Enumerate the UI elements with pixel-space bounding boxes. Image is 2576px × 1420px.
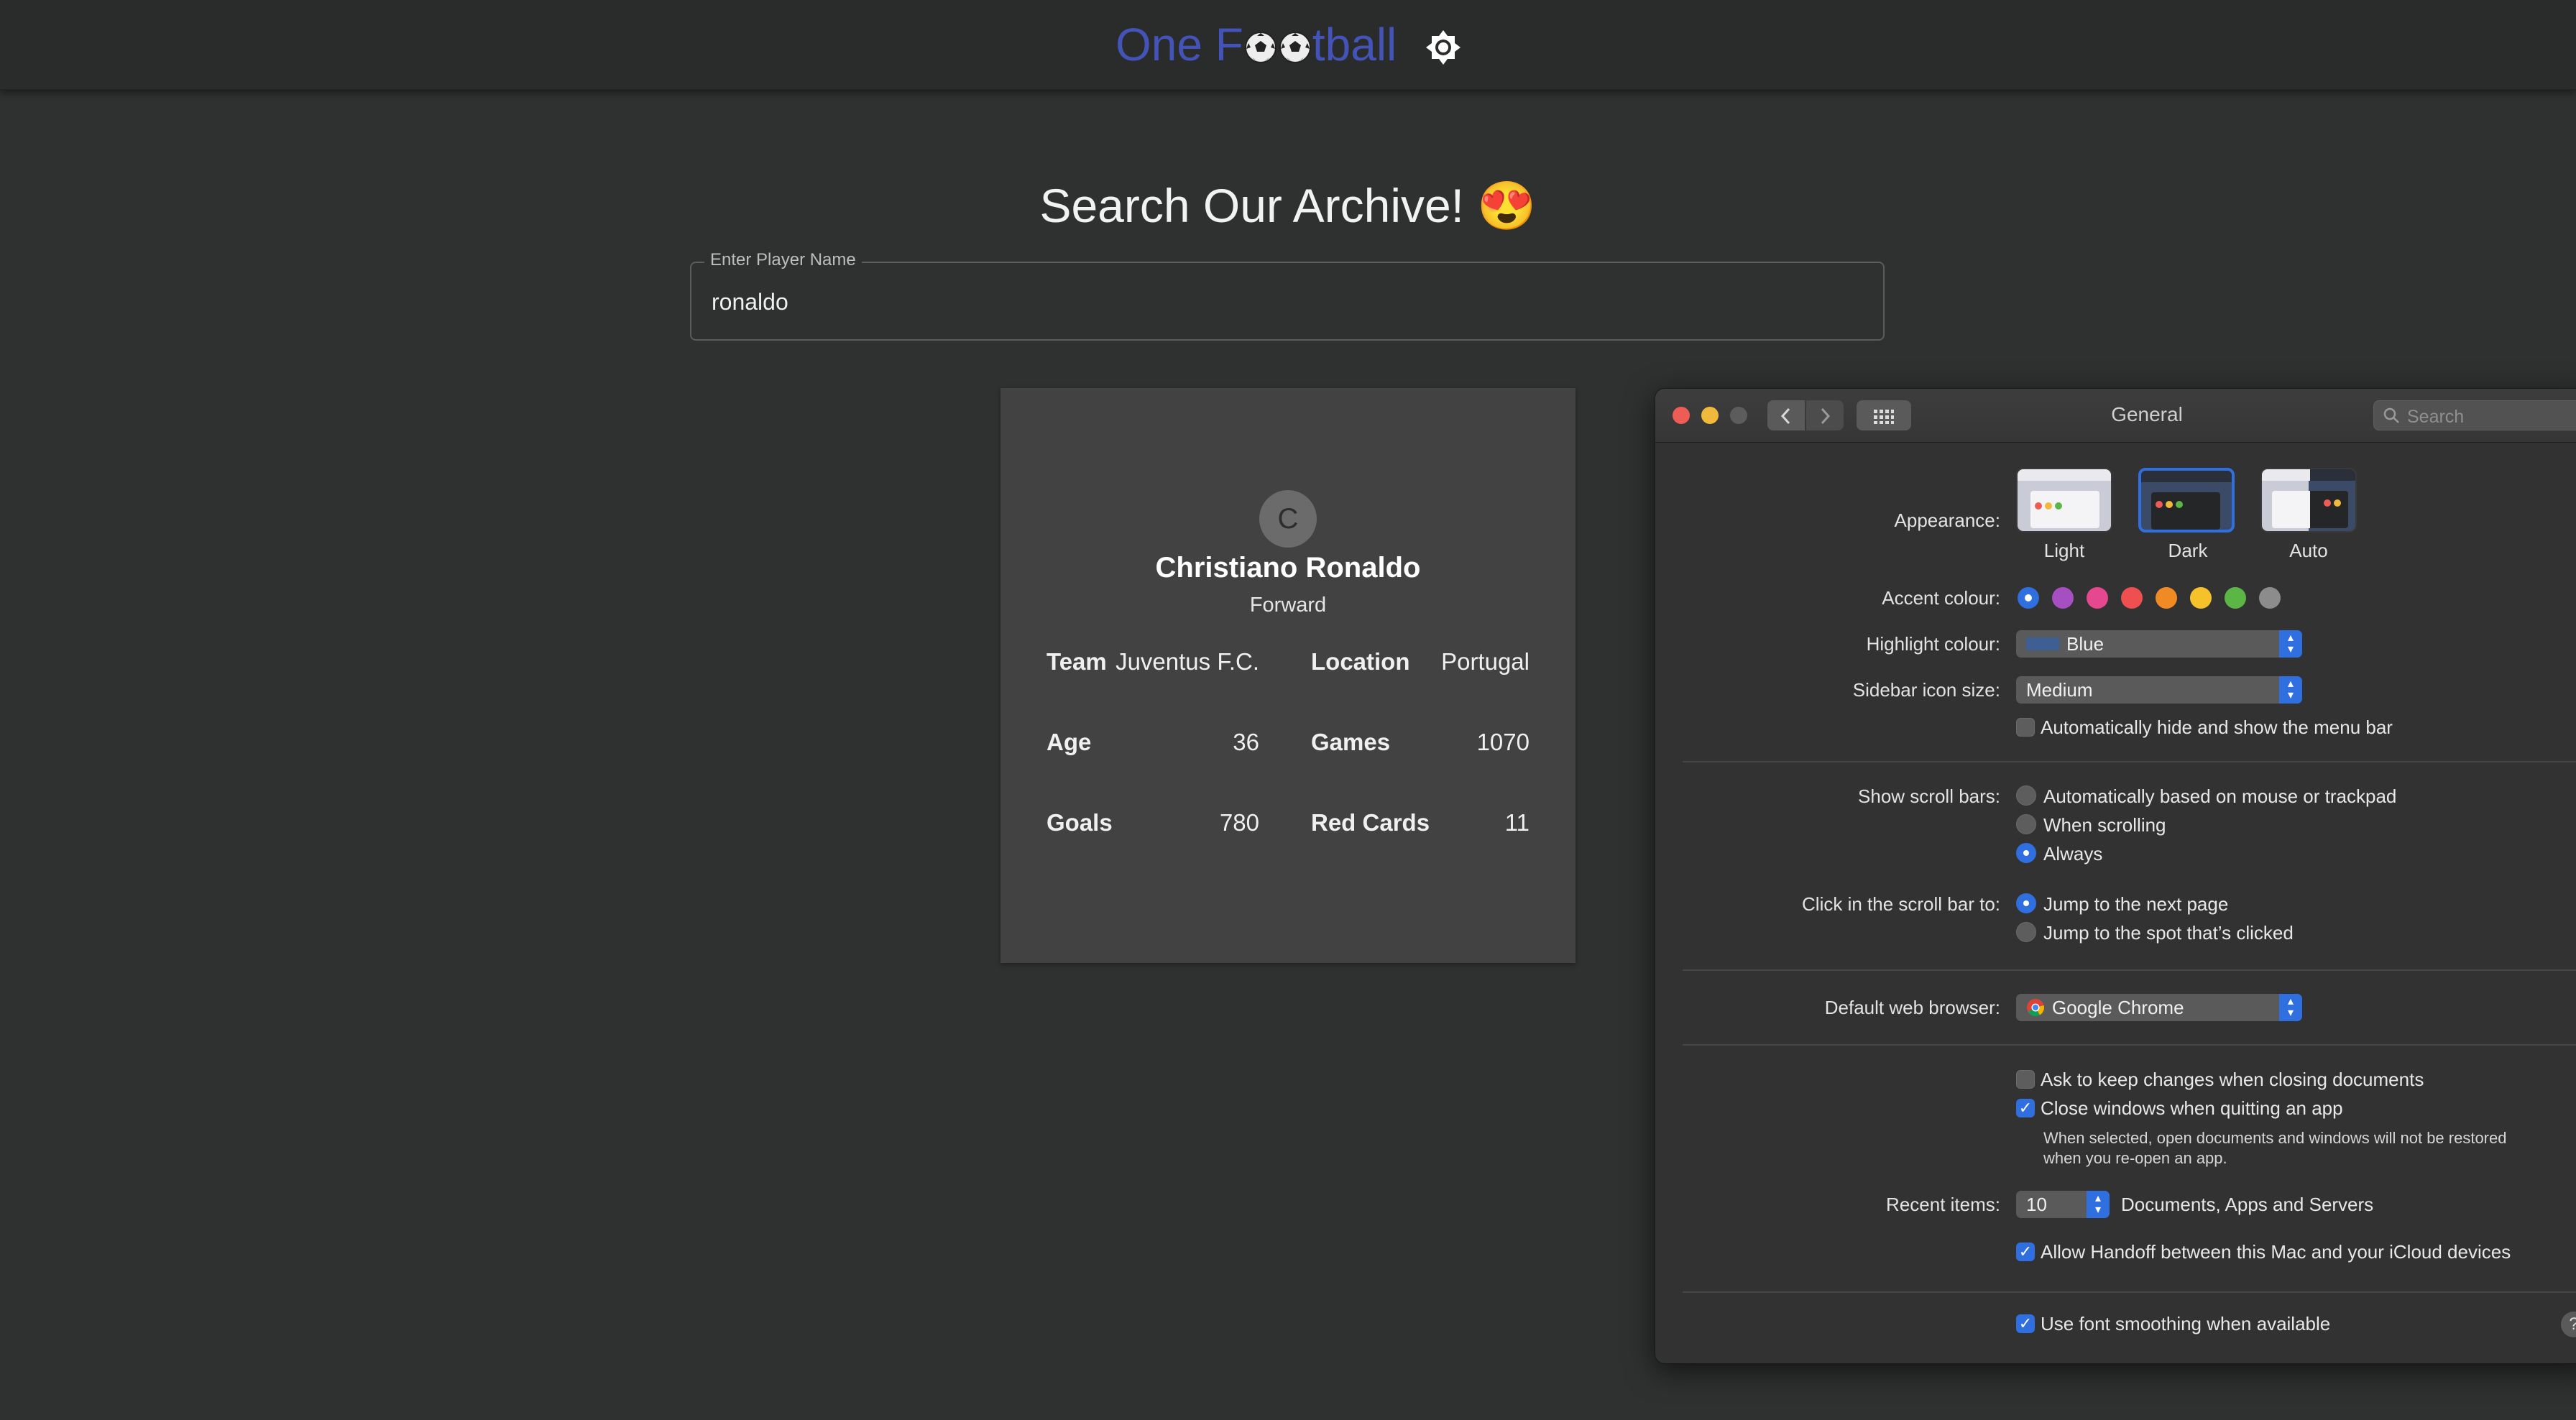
- close-windows-note-line2: when you re-open an app.: [2043, 1149, 2227, 1167]
- jump-spot-clicked-label: Jump to the spot that’s clicked: [2043, 922, 2294, 944]
- section-divider: [1683, 1044, 2576, 1046]
- highlight-swatch: [2026, 637, 2059, 650]
- highlight-colour-value: Blue: [2066, 633, 2104, 655]
- select-arrows-icon: ▴ ▾: [2279, 676, 2302, 704]
- default-browser-select[interactable]: Google Chrome ▴ ▾: [2016, 994, 2302, 1021]
- section-divider: [1683, 1291, 2576, 1293]
- jump-spot-clicked-radio[interactable]: [2016, 922, 2036, 942]
- default-browser-label: Default web browser:: [1824, 997, 2000, 1018]
- close-windows-label: Close windows when quitting an app: [2041, 1097, 2343, 1119]
- page-heading: Search Our Archive! 😍: [1039, 179, 1537, 232]
- select-arrows-icon: ▴ ▾: [2087, 1191, 2110, 1218]
- stat-red-cards-label: Red Cards: [1311, 809, 1430, 836]
- search-icon: [2383, 407, 2399, 423]
- scroll-always-radio[interactable]: [2016, 843, 2036, 863]
- player-name: Christiano Ronaldo: [1155, 552, 1421, 584]
- highlight-colour-select[interactable]: Blue ▴ ▾: [2016, 630, 2302, 658]
- sidebar-icon-size-select[interactable]: Medium ▴ ▾: [2016, 676, 2302, 704]
- recent-items-suffix: Documents, Apps and Servers: [2121, 1194, 2374, 1215]
- accent-colour-label: Accent colour:: [1882, 587, 2000, 609]
- window-titlebar[interactable]: General: [1655, 389, 2576, 443]
- ask-keep-changes-checkbox[interactable]: [2016, 1070, 2035, 1089]
- brand-prefix: One F: [1116, 19, 1243, 70]
- highlight-colour-label: Highlight colour:: [1866, 633, 2000, 655]
- stat-team-value: Juventus F.C.: [1116, 648, 1259, 675]
- appearance-dark-label: Dark: [2168, 540, 2208, 561]
- font-smoothing-checkbox[interactable]: ✓: [2016, 1314, 2035, 1333]
- sidebar-icon-size-label: Sidebar icon size:: [1852, 679, 2000, 701]
- app-bar: One F tball: [0, 0, 2576, 90]
- handoff-label: Allow Handoff between this Mac and your …: [2041, 1241, 2511, 1263]
- handoff-checkbox[interactable]: ✓: [2016, 1242, 2035, 1261]
- select-arrows-icon: ▴ ▾: [2279, 630, 2302, 658]
- soccer-ball-icon: [1279, 32, 1311, 63]
- brand-suffix: tball: [1312, 19, 1397, 70]
- player-search-label: Enter Player Name: [704, 250, 862, 270]
- font-smoothing-label: Use font smoothing when available: [2041, 1313, 2331, 1334]
- appearance-auto-option[interactable]: [2260, 468, 2357, 532]
- menu-bar-checkbox[interactable]: [2016, 718, 2035, 737]
- scroll-auto-radio[interactable]: [2016, 785, 2036, 806]
- stat-location-value: Portugal: [1441, 648, 1530, 675]
- theme-toggle-button[interactable]: [1422, 26, 1465, 69]
- accent-purple-swatch[interactable]: [2052, 587, 2074, 609]
- brand-title[interactable]: One F tball: [1116, 16, 1397, 73]
- accent-green-swatch[interactable]: [2225, 587, 2246, 609]
- accent-pink-swatch[interactable]: [2087, 587, 2108, 609]
- brightness-icon: [1426, 30, 1460, 65]
- scroll-when-scrolling-label: When scrolling: [2043, 814, 2166, 836]
- player-card: C Christiano Ronaldo Forward Team Juvent…: [1000, 388, 1576, 963]
- default-browser-value: Google Chrome: [2052, 997, 2184, 1018]
- scroll-bars-label: Show scroll bars:: [1858, 785, 2000, 807]
- appearance-dark-option[interactable]: [2138, 468, 2235, 532]
- prefs-search-box[interactable]: [2373, 400, 2576, 430]
- stat-age-label: Age: [1046, 729, 1092, 755]
- help-button[interactable]: ?: [2561, 1311, 2576, 1337]
- recent-items-select[interactable]: 10 ▴ ▾: [2016, 1191, 2110, 1218]
- chrome-icon: [2027, 999, 2044, 1017]
- stat-team-label: Team: [1046, 648, 1107, 675]
- stat-games-value: 1070: [1476, 729, 1530, 755]
- general-preferences-window: General Appearance: Light Dark Auto Acce…: [1655, 388, 2576, 1364]
- scroll-when-scrolling-radio[interactable]: [2016, 814, 2036, 834]
- stat-age-value: 36: [1233, 729, 1259, 755]
- prefs-search-input[interactable]: [2406, 405, 2576, 428]
- scroll-click-label: Click in the scroll bar to:: [1802, 893, 2000, 915]
- section-divider: [1683, 969, 2576, 971]
- jump-next-page-label: Jump to the next page: [2043, 893, 2229, 915]
- appearance-light-label: Light: [2043, 540, 2085, 561]
- appearance-light-option[interactable]: [2016, 468, 2112, 532]
- sidebar-icon-size-value: Medium: [2026, 679, 2093, 701]
- select-arrows-icon: ▴ ▾: [2279, 994, 2302, 1021]
- close-windows-checkbox[interactable]: ✓: [2016, 1099, 2035, 1117]
- ask-keep-changes-label: Ask to keep changes when closing documen…: [2041, 1069, 2424, 1090]
- accent-blue-swatch[interactable]: [2018, 587, 2039, 609]
- jump-next-page-radio[interactable]: [2016, 893, 2036, 913]
- stat-location-label: Location: [1311, 648, 1410, 675]
- scroll-always-label: Always: [2043, 843, 2103, 865]
- accent-red-swatch[interactable]: [2121, 587, 2143, 609]
- accent-yellow-swatch[interactable]: [2190, 587, 2212, 609]
- scroll-auto-label: Automatically based on mouse or trackpad: [2043, 785, 2397, 807]
- menu-bar-label: Automatically hide and show the menu bar: [2041, 716, 2393, 738]
- player-search-field[interactable]: Enter Player Name: [690, 250, 1885, 341]
- stat-goals-value: 780: [1219, 809, 1259, 836]
- player-position: Forward: [1249, 594, 1327, 617]
- player-avatar: C: [1259, 490, 1317, 548]
- player-search-input[interactable]: [710, 283, 1849, 321]
- close-windows-note-line1: When selected, open documents and window…: [2043, 1129, 2507, 1147]
- accent-graphite-swatch[interactable]: [2259, 587, 2281, 609]
- recent-items-value: 10: [2026, 1194, 2047, 1215]
- appearance-label: Appearance:: [1894, 510, 2000, 531]
- stat-games-label: Games: [1311, 729, 1391, 755]
- appearance-auto-label: Auto: [2289, 540, 2328, 561]
- section-divider: [1683, 761, 2576, 762]
- stat-red-cards-value: 11: [1504, 809, 1530, 836]
- stat-goals-label: Goals: [1046, 809, 1113, 836]
- recent-items-label: Recent items:: [1886, 1194, 2000, 1215]
- accent-orange-swatch[interactable]: [2156, 587, 2177, 609]
- soccer-ball-icon: [1244, 32, 1276, 63]
